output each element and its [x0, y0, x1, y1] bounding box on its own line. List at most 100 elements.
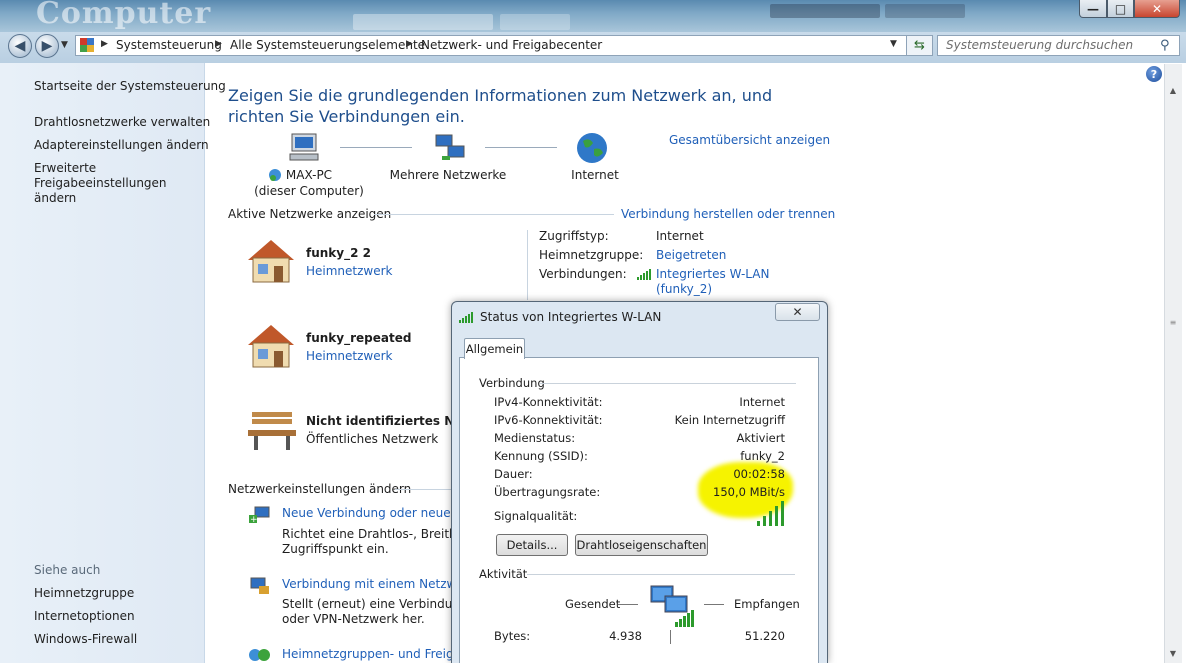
- network-name: funky_repeated: [306, 331, 412, 345]
- access-type-value: Internet: [656, 229, 704, 243]
- settings-heading: Netzwerkeinstellungen ändern: [228, 482, 412, 496]
- scrollbar[interactable]: [1164, 64, 1182, 663]
- details-button[interactable]: Details...: [496, 534, 568, 556]
- divider: [527, 230, 528, 300]
- ipv6-value: Kein Internetzugriff: [674, 413, 785, 427]
- scroll-up-icon[interactable]: ▲: [1164, 82, 1182, 98]
- network-type-link[interactable]: Heimnetzwerk: [306, 264, 393, 278]
- close-button[interactable]: ✕: [1134, 0, 1180, 18]
- connect-disconnect-link[interactable]: Verbindung herstellen oder trennen: [621, 207, 835, 221]
- speed-value: 150,0 MBit/s: [713, 485, 785, 499]
- access-type-label: Zugriffstyp:: [539, 229, 609, 243]
- signal-bar: [763, 516, 766, 526]
- sidebar-link-internet-options[interactable]: Internetoptionen: [34, 609, 135, 624]
- duration-value: 00:02:58: [733, 467, 785, 481]
- task-description: Richtet eine Drahtlos-, Breitband-, Einw…: [282, 527, 453, 541]
- forward-button[interactable]: ▶: [35, 34, 59, 58]
- computer-sub: (dieser Computer): [254, 184, 364, 198]
- breadcrumb-separator-icon[interactable]: ▶: [406, 39, 413, 49]
- ipv6-label: IPv6-Konnektivität:: [494, 413, 603, 427]
- history-dropdown-icon[interactable]: ▼: [61, 40, 68, 50]
- connection-wlan-link[interactable]: Integriertes W-LAN: [656, 267, 769, 281]
- sidebar-link-adapter[interactable]: Adaptereinstellungen ändern: [34, 138, 209, 153]
- task-description: Zugriffspunkt ein.: [282, 542, 389, 556]
- signal-bar: [769, 511, 772, 526]
- window-logo: Computer: [36, 0, 212, 31]
- globe-icon: [577, 133, 607, 163]
- sidebar-link-wireless[interactable]: Drahtlosnetzwerke verwalten: [34, 115, 210, 130]
- sent-label: Gesendet: [565, 597, 621, 611]
- maximize-button[interactable]: □: [1107, 0, 1134, 18]
- back-button[interactable]: ◀: [8, 34, 32, 58]
- internet-label: Internet: [571, 168, 619, 182]
- sidebar-link-firewall[interactable]: Windows-Firewall: [34, 632, 137, 647]
- active-networks-heading: Aktive Netzwerke anzeigen: [228, 207, 392, 221]
- signal-bar: [781, 501, 784, 526]
- homegroup-options-icon: [249, 649, 270, 661]
- homegroup-link[interactable]: Beigetreten: [656, 248, 726, 262]
- received-label: Empfangen: [734, 597, 800, 611]
- arrow-right-icon: ▶: [41, 38, 53, 54]
- signal-bar: [775, 506, 778, 526]
- address-dropdown-icon[interactable]: ▼: [890, 39, 897, 49]
- breadcrumb-netzwerk-freigabecenter[interactable]: Netzwerk- und Freigabecenter: [421, 38, 602, 52]
- connection-line: [485, 147, 557, 149]
- scroll-thumb[interactable]: ≡: [1167, 318, 1179, 328]
- breadcrumb-systemsteuerung[interactable]: Systemsteuerung: [116, 38, 222, 52]
- signal-quality-label: Signalqualität:: [494, 509, 578, 523]
- minimize-button[interactable]: —: [1079, 0, 1107, 18]
- group-connection-label: Verbindung: [479, 376, 545, 390]
- title-bar: Computer: [0, 0, 1186, 32]
- scroll-down-icon[interactable]: ▼: [1164, 645, 1182, 661]
- speed-label: Übertragungsrate:: [494, 485, 601, 499]
- network-activity-icon: [650, 585, 694, 627]
- multiple-networks-icon: [435, 134, 465, 160]
- control-panel-icon: [80, 38, 94, 52]
- media-status-label: Medienstatus:: [494, 431, 576, 445]
- sidebar-link-advanced-sharing[interactable]: Erweiterte Freigabeeinstellungen ändern: [34, 161, 199, 206]
- see-also-heading: Siehe auch: [34, 563, 101, 577]
- wireless-properties-button[interactable]: Drahtloseigenschaften: [575, 534, 708, 556]
- wifi-signal-icon: [637, 269, 651, 280]
- new-connection-icon: +: [249, 506, 270, 525]
- network-name: funky_2 2: [306, 246, 371, 260]
- tab-allgemein[interactable]: Allgemein: [464, 338, 525, 359]
- ipv4-label: IPv4-Konnektivität:: [494, 395, 603, 409]
- sidebar-link-home[interactable]: Startseite der Systemsteuerung: [34, 79, 226, 94]
- divider: [374, 214, 614, 215]
- sidebar-link-homegroup[interactable]: Heimnetzgruppe: [34, 586, 134, 601]
- refresh-button[interactable]: ⇆: [906, 35, 933, 56]
- wifi-signal-icon: [459, 312, 473, 323]
- breadcrumb-separator-icon[interactable]: ▶: [215, 39, 222, 49]
- help-icon[interactable]: ?: [1146, 66, 1162, 82]
- duration-label: Dauer:: [494, 467, 533, 481]
- breadcrumb-alle-elemente[interactable]: Alle Systemsteuerungselemente: [230, 38, 425, 52]
- bytes-label: Bytes:: [494, 629, 531, 643]
- connect-network-icon: [250, 577, 269, 594]
- search-placeholder: Systemsteuerung durchsuchen: [946, 38, 1134, 52]
- activity-line: [618, 604, 638, 605]
- dialog-close-button[interactable]: ✕: [775, 303, 820, 321]
- task-connect-network-link[interactable]: Verbindung mit einem Netzwerk herstellen: [282, 577, 453, 591]
- breadcrumb-separator-icon[interactable]: ▶: [101, 39, 108, 49]
- network-name: Nicht identifiziertes Netzwerk: [306, 414, 453, 428]
- task-homegroup-link[interactable]: Heimnetzgruppen- und Freigabeoptionen au…: [282, 647, 453, 661]
- task-description: oder VPN-Netzwerk her.: [282, 612, 425, 626]
- sidebar: [0, 63, 205, 663]
- ipv4-value: Internet: [739, 395, 785, 409]
- public-network-bench-icon: [248, 412, 296, 450]
- home-network-icon: [248, 240, 294, 283]
- activity-line: [704, 604, 724, 605]
- signal-quality-bars: [757, 501, 785, 526]
- group-activity-label: Aktivität: [479, 567, 528, 581]
- overview-link[interactable]: Gesamtübersicht anzeigen: [669, 133, 830, 147]
- connections-label: Verbindungen:: [539, 267, 627, 281]
- network-type-link[interactable]: Heimnetzwerk: [306, 349, 393, 363]
- connection-ssid-link[interactable]: (funky_2): [656, 282, 712, 296]
- divider: [540, 383, 796, 384]
- task-new-connection-link[interactable]: Neue Verbindung oder neues Netzwerk einr…: [282, 506, 453, 520]
- home-network-icon: [248, 325, 294, 368]
- computer-icon: [289, 133, 319, 161]
- ssid-label: Kennung (SSID):: [494, 449, 588, 463]
- search-icon[interactable]: ⚲: [1160, 38, 1170, 53]
